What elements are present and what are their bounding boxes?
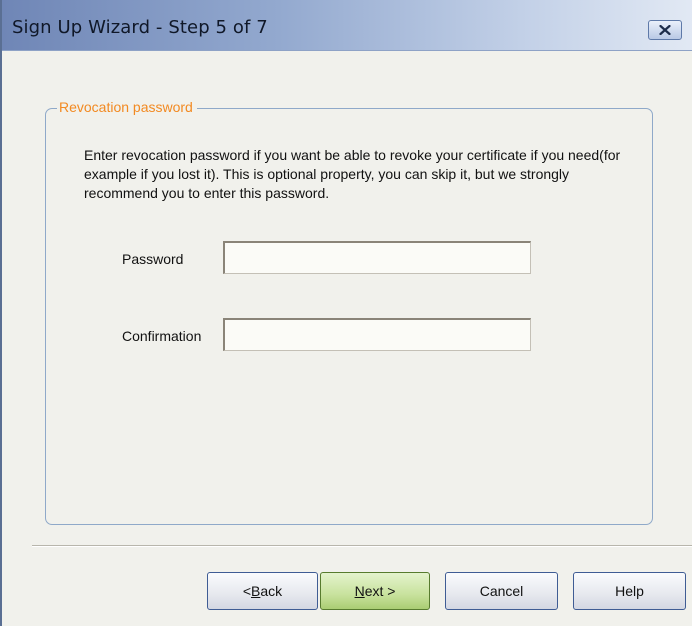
close-icon (659, 25, 671, 35)
next-button-rest: ext > (364, 583, 396, 599)
wizard-window: Sign Up Wizard - Step 5 of 7 Revocation … (0, 0, 692, 626)
cancel-button-label: Cancel (479, 583, 524, 599)
cancel-button[interactable]: Cancel (445, 572, 558, 610)
help-button[interactable]: Help (573, 572, 686, 610)
next-button[interactable]: Next > (320, 572, 430, 610)
title-bar[interactable]: Sign Up Wizard - Step 5 of 7 (2, 0, 692, 51)
help-button-label: Help (615, 583, 644, 599)
back-button-rest: ack (260, 583, 283, 599)
groupbox-legend: Revocation password (57, 99, 197, 115)
password-input[interactable] (223, 241, 531, 274)
back-button[interactable]: < Back (207, 572, 318, 610)
back-button-prefix: < (242, 583, 252, 599)
confirmation-input[interactable] (223, 318, 531, 351)
window-title: Sign Up Wizard - Step 5 of 7 (12, 17, 268, 38)
close-button[interactable] (648, 20, 682, 40)
password-label: Password (122, 251, 184, 267)
back-button-mnemonic: B (251, 583, 261, 599)
footer-separator (32, 545, 692, 547)
instructions-text: Enter revocation password if you want be… (84, 147, 621, 201)
next-button-mnemonic: N (354, 583, 365, 599)
confirmation-label: Confirmation (122, 328, 202, 344)
